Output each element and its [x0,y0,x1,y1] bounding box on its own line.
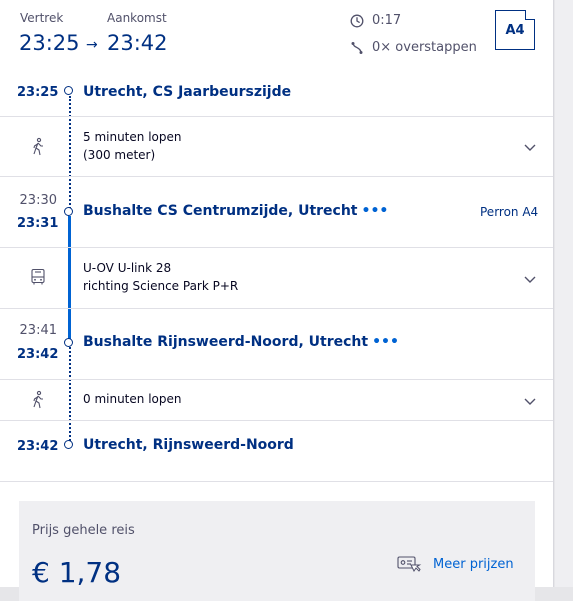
divider [0,247,553,248]
divider [0,420,553,421]
divider [0,116,553,117]
leg-time-departure: 23:25 [17,85,59,100]
price-panel: Prijs gehele reis € 1,78 Meer prijzen [19,501,535,601]
arrival-label: Aankomst [107,11,167,25]
ride-line [68,216,71,340]
divider [0,379,553,380]
transfers-text: 0× overstappen [372,40,477,55]
transfer-icon [351,41,363,54]
stop-node [64,338,73,347]
clock-icon [350,14,364,27]
walk-line [69,347,71,441]
leg-time-departure: 23:42 [17,439,59,454]
leg-time-arrival: 23:30 [19,193,57,208]
departure-time: 23:25 [19,31,80,55]
arrival-time: 23:42 [107,31,168,55]
segment-line1: 5 minuten lopen [83,130,182,144]
duration-text: 0:17 [372,13,402,28]
scrollbar-track[interactable] [555,0,573,587]
chevron-down-icon[interactable] [522,393,538,409]
leg-time-arrival: 23:41 [19,323,57,338]
stop-node [64,207,73,216]
journey-details-card: Vertrek Aankomst 23:25 → 23:42 0:17 0× o… [0,0,554,601]
stop-node [64,86,73,95]
more-dots-icon[interactable]: ••• [372,334,399,350]
chevron-down-icon[interactable] [522,271,538,287]
arrow-right-icon: → [86,37,98,53]
station-name[interactable]: Bushalte Rijnsweerd-Noord, Utrecht ••• [83,334,399,350]
segment-line2: (300 meter) [83,148,156,162]
duration-row: 0:17 [350,13,401,28]
leg-time-departure: 23:42 [17,347,59,362]
platform-badge: A4 [495,10,535,50]
segment-line2: richting Science Park P+R [83,279,239,293]
divider [0,308,553,309]
platform-text: Perron A4 [480,205,539,219]
walk-icon [33,137,43,156]
more-prices-label: Meer prijzen [433,556,514,572]
chevron-down-icon[interactable] [522,139,538,155]
departure-label: Vertrek [20,11,64,25]
leg-time-departure: 23:31 [17,216,59,231]
price-value: € 1,78 [32,556,122,589]
price-label: Prijs gehele reis [32,523,135,538]
station-name[interactable]: Utrecht, Rijnsweerd-Noord [83,437,294,453]
more-dots-icon[interactable]: ••• [362,203,389,219]
ticket-price-icon [397,556,422,572]
divider [0,176,553,177]
segment-line1: 0 minuten lopen [83,392,182,406]
segment-line1: U-OV U-link 28 [83,261,172,275]
bus-icon [31,268,45,285]
station-name[interactable]: Bushalte CS Centrumzijde, Utrecht ••• [83,203,388,219]
stop-node [64,440,73,449]
more-prices-link[interactable]: Meer prijzen [397,554,514,574]
walk-icon [33,390,43,409]
transfers-row: 0× overstappen [350,40,477,55]
divider [0,481,553,482]
station-name[interactable]: Utrecht, CS Jaarbeurszijde [83,84,291,100]
walk-line [69,96,71,209]
